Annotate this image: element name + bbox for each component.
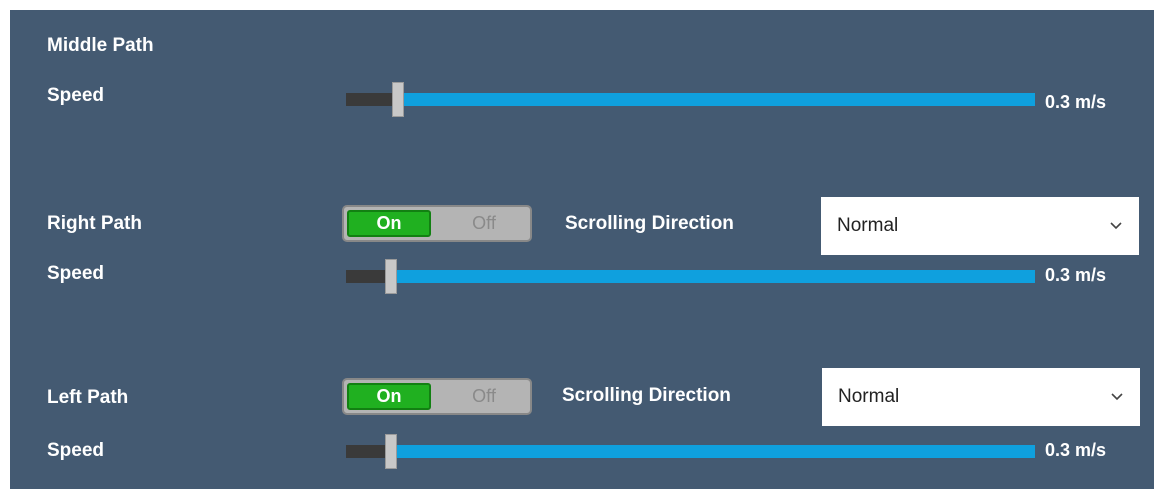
left-path-speed-label: Speed [47, 440, 105, 461]
left-path-speed-value: 0.3 m/s [1045, 440, 1107, 460]
slider-track-fill [397, 270, 1035, 283]
toggle-on-option[interactable]: On [347, 383, 431, 410]
slider-track-empty [346, 445, 387, 458]
left-path-scrolling-dropdown[interactable]: Normal [822, 368, 1140, 426]
right-path-scrolling-dropdown[interactable]: Normal [821, 197, 1139, 255]
middle-path-speed-value: 0.3 m/s [1045, 92, 1107, 112]
middle-path-speed-slider[interactable] [346, 82, 1035, 117]
slider-track-empty [346, 270, 387, 283]
right-path-speed-value: 0.3 m/s [1045, 265, 1107, 285]
right-path-scrolling-label: Scrolling Direction [565, 213, 734, 234]
slider-track-fill [397, 445, 1035, 458]
middle-path-title: Middle Path [47, 35, 154, 56]
dropdown-selected-value: Normal [838, 386, 900, 407]
left-path-title: Left Path [47, 387, 129, 408]
slider-thumb[interactable] [392, 82, 404, 117]
right-path-toggle[interactable]: On Off [342, 205, 532, 242]
slider-thumb[interactable] [385, 259, 397, 294]
middle-path-speed-label: Speed [47, 85, 105, 106]
toggle-off-option[interactable]: Off [440, 210, 528, 237]
dropdown-selected-value: Normal [837, 215, 899, 236]
toggle-off-option[interactable]: Off [440, 383, 528, 410]
left-path-toggle[interactable]: On Off [342, 378, 532, 415]
left-path-speed-slider[interactable] [346, 434, 1035, 469]
chevron-down-icon [1111, 393, 1123, 401]
slider-track-empty [346, 93, 394, 106]
chevron-down-icon [1110, 222, 1122, 230]
slider-track-fill [404, 93, 1035, 106]
right-path-speed-slider[interactable] [346, 259, 1035, 294]
right-path-title: Right Path [47, 213, 142, 234]
right-path-speed-label: Speed [47, 263, 105, 284]
left-path-scrolling-label: Scrolling Direction [562, 385, 731, 406]
slider-thumb[interactable] [385, 434, 397, 469]
toggle-on-option[interactable]: On [347, 210, 431, 237]
